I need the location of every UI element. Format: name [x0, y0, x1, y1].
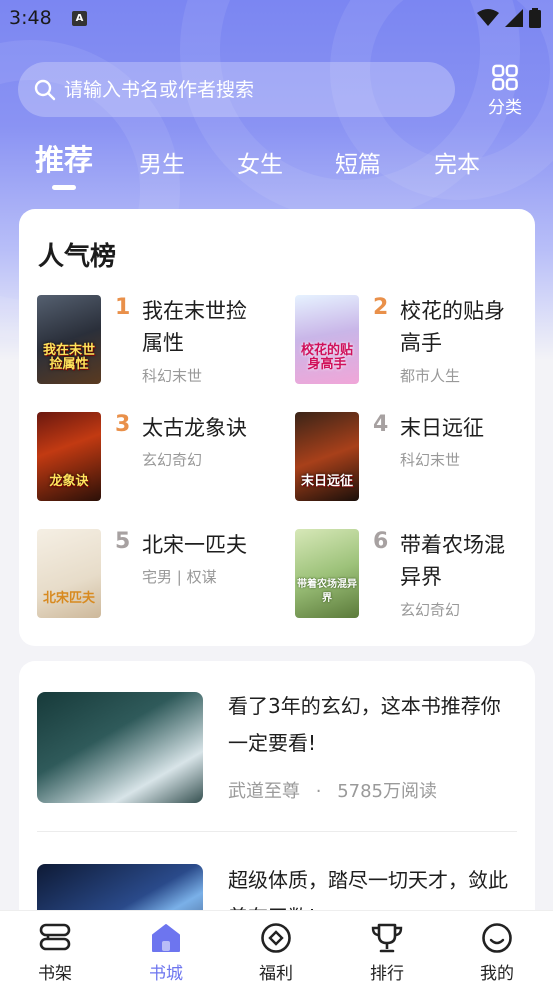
nav-bookshelf[interactable]: 书架 — [20, 921, 90, 984]
meta-separator: · — [315, 781, 322, 802]
feed-thumbnail — [37, 692, 203, 803]
nav-welfare[interactable]: 福利 — [241, 921, 311, 984]
status-time: 3:48 — [9, 7, 52, 29]
category-button[interactable]: 分类 — [478, 64, 532, 118]
ranking-book-3[interactable]: 龙象诀 3 太古龙象诀 玄幻奇幻 — [37, 412, 277, 507]
book-title: 带着农场混异界 — [400, 533, 505, 589]
book-cover: 末日远征 — [295, 412, 359, 501]
ranking-book-5[interactable]: 北宋匹夫 5 北宋一匹夫 宅男 | 权谋 — [37, 529, 277, 624]
bottom-navigation: 书架 书城 福利 排行 我的 — [0, 910, 553, 984]
ranking-book-6[interactable]: 带着农场混异界 6 带着农场混异界 玄幻奇幻 — [295, 529, 535, 624]
book-title: 太古龙象诀 — [142, 416, 247, 440]
tab-male[interactable]: 男生 — [139, 143, 185, 191]
tab-indicator — [52, 185, 76, 190]
feed-item[interactable]: 看了3年的玄幻，这本书推荐你一定要看! 武道至尊 · 5785万阅读 — [37, 692, 517, 812]
nav-profile[interactable]: 我的 — [462, 921, 532, 984]
signal-icon — [505, 9, 523, 27]
book-cover: 北宋匹夫 — [37, 529, 101, 618]
tab-recommend[interactable]: 推荐 — [35, 138, 93, 186]
search-icon — [34, 79, 56, 100]
book-genre: 科幻末世 — [142, 367, 203, 385]
ranking-book-1[interactable]: 我在末世捡属性 1 我在末世捡属性 科幻末世 — [37, 295, 277, 390]
trophy-icon — [370, 921, 404, 955]
book-cover: 校花的贴身高手 — [295, 295, 359, 384]
book-genre: 宅男 | 权谋 — [142, 568, 217, 586]
rank-number: 1 — [115, 295, 131, 320]
feed-meta: 武道至尊 · 5785万阅读 — [228, 777, 437, 803]
book-title: 北宋一匹夫 — [142, 533, 247, 557]
notification-icon: A — [72, 11, 87, 26]
bookshelf-icon — [38, 921, 72, 955]
welfare-icon — [259, 921, 293, 955]
popularity-ranking-card: 人气榜 我在末世捡属性 1 我在末世捡属性 科幻末世 校花的贴身高手 2 校花的… — [19, 209, 535, 646]
status-bar: 3:48 A — [0, 0, 553, 38]
feed-read-count: 5785万阅读 — [337, 781, 438, 802]
book-title: 末日远征 — [400, 416, 484, 440]
feed-book-name: 武道至尊 — [228, 781, 300, 802]
ranking-book-4[interactable]: 末日远征 4 末日远征 科幻末世 — [295, 412, 535, 507]
tab-female[interactable]: 女生 — [237, 143, 283, 191]
home-icon — [149, 921, 183, 955]
rank-number: 6 — [373, 529, 389, 554]
book-genre: 玄幻奇幻 — [400, 601, 461, 619]
battery-icon — [529, 8, 541, 28]
ranking-title: 人气榜 — [38, 242, 117, 272]
feed-headline: 看了3年的玄幻，这本书推荐你一定要看! — [228, 694, 501, 755]
book-genre: 都市人生 — [400, 367, 461, 385]
book-title: 校花的贴身高手 — [400, 299, 505, 355]
category-label: 分类 — [488, 98, 522, 118]
book-title: 我在末世捡属性 — [142, 299, 247, 355]
book-genre: 玄幻奇幻 — [142, 451, 203, 469]
book-cover: 龙象诀 — [37, 412, 101, 501]
rank-number: 5 — [115, 529, 131, 554]
nav-bookstore[interactable]: 书城 — [131, 921, 201, 984]
tab-complete[interactable]: 完本 — [434, 143, 480, 191]
book-genre: 科幻末世 — [400, 451, 461, 469]
nav-ranking[interactable]: 排行 — [352, 921, 422, 984]
book-cover: 带着农场混异界 — [295, 529, 359, 618]
search-bar[interactable] — [18, 62, 455, 117]
rank-number: 2 — [373, 295, 389, 320]
book-cover: 我在末世捡属性 — [37, 295, 101, 384]
grid-icon — [492, 64, 518, 91]
search-input[interactable] — [64, 78, 424, 101]
wifi-icon — [477, 9, 499, 26]
smile-icon — [480, 921, 514, 955]
rank-number: 3 — [115, 412, 131, 437]
channel-tabs: 推荐 男生 女生 短篇 完本 — [0, 138, 553, 194]
rank-number: 4 — [373, 412, 389, 437]
tab-short[interactable]: 短篇 — [335, 143, 381, 191]
divider — [37, 831, 517, 832]
ranking-book-2[interactable]: 校花的贴身高手 2 校花的贴身高手 都市人生 — [295, 295, 535, 390]
